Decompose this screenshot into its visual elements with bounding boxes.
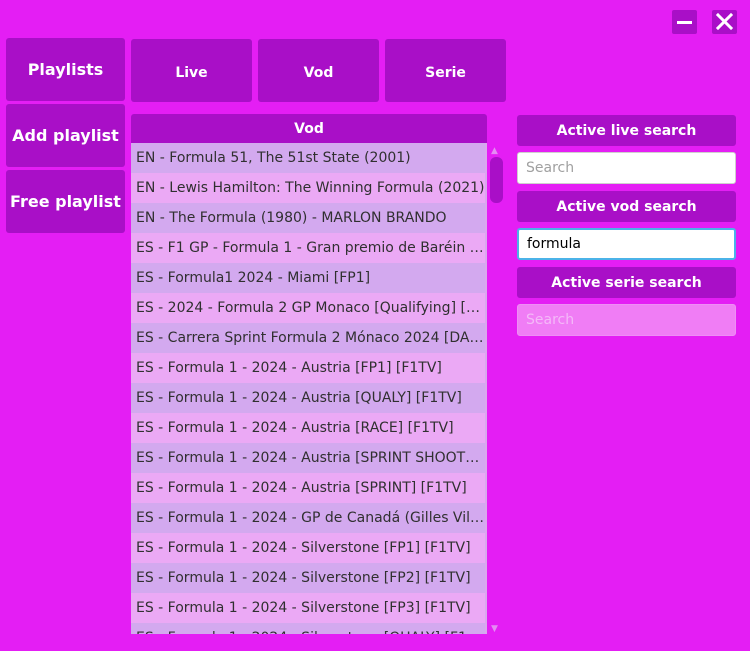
close-icon — [716, 13, 733, 30]
tab-serie[interactable]: Serie — [385, 39, 506, 102]
list-divider — [485, 143, 487, 634]
list-item[interactable]: ES - Formula 1 - 2024 - Silverstone [FP1… — [131, 533, 485, 563]
active-vod-search-button[interactable]: Active vod search — [517, 191, 736, 222]
tab-live[interactable]: Live — [131, 39, 252, 102]
list-item[interactable]: ES - Formula 1 - 2024 - Austria [SPRINT]… — [131, 473, 485, 503]
tab-vod[interactable]: Vod — [258, 39, 379, 102]
tab-serie-label: Serie — [425, 64, 466, 81]
scrollbar-thumb[interactable] — [490, 157, 503, 203]
scroll-up-icon[interactable]: ▲ — [491, 146, 498, 156]
tab-vod-label: Vod — [303, 64, 334, 81]
list-item[interactable]: ES - Formula 1 - 2024 - Austria [FP1] [F… — [131, 353, 485, 383]
tab-live-label: Live — [175, 64, 208, 81]
list-item[interactable]: ES - F1 GP - Formula 1 - Gran premio de … — [131, 233, 485, 263]
vod-list-panel: Vod EN - Formula 51, The 51st State (200… — [131, 114, 487, 634]
add-playlist-button[interactable]: Add playlist — [6, 104, 125, 167]
minimize-button[interactable] — [672, 10, 697, 34]
list-item[interactable]: ES - Formula 1 - 2024 - Silverstone [QUA… — [131, 623, 485, 634]
vod-list-scrollbar[interactable]: ▲ ▼ — [489, 143, 503, 634]
add-playlist-label: Add playlist — [12, 126, 119, 145]
free-playlist-button[interactable]: Free playlist — [6, 170, 125, 233]
free-playlist-label: Free playlist — [10, 192, 121, 211]
active-serie-search-button[interactable]: Active serie search — [517, 267, 736, 298]
vod-list-header: Vod — [131, 114, 487, 143]
playlists-button[interactable]: Playlists — [6, 38, 125, 101]
vod-search-input[interactable] — [517, 228, 736, 260]
list-item[interactable]: ES - Carrera Sprint Formula 2 Mónaco 202… — [131, 323, 485, 353]
list-item[interactable]: EN - Formula 51, The 51st State (2001) — [131, 143, 485, 173]
playlists-label: Playlists — [27, 60, 104, 79]
active-live-search-button[interactable]: Active live search — [517, 115, 736, 146]
live-search-input[interactable] — [517, 152, 736, 184]
list-item[interactable]: ES - Formula1 2024 - Miami [FP1] — [131, 263, 485, 293]
minimize-icon — [677, 21, 692, 24]
close-button[interactable] — [712, 10, 737, 34]
list-item[interactable]: ES - Formula 1 - 2024 - Austria [SPRINT … — [131, 443, 485, 473]
list-item[interactable]: EN - The Formula (1980) - MARLON BRANDO — [131, 203, 485, 233]
list-item[interactable]: ES - Formula 1 - 2024 - Austria [RACE] [… — [131, 413, 485, 443]
vod-list-header-label: Vod — [294, 120, 324, 137]
list-item[interactable]: EN - Lewis Hamilton: The Winning Formula… — [131, 173, 485, 203]
list-item[interactable]: ES - 2024 - Formula 2 GP Monaco [Qualify… — [131, 293, 485, 323]
active-vod-search-label: Active vod search — [556, 198, 697, 215]
list-item[interactable]: ES - Formula 1 - 2024 - Silverstone [FP2… — [131, 563, 485, 593]
serie-search-input[interactable] — [517, 304, 736, 336]
list-item[interactable]: ES - Formula 1 - 2024 - Silverstone [FP3… — [131, 593, 485, 623]
list-item[interactable]: ES - Formula 1 - 2024 - GP de Canadá (Gi… — [131, 503, 485, 533]
active-serie-search-label: Active serie search — [551, 274, 702, 291]
active-live-search-label: Active live search — [556, 122, 697, 139]
list-item[interactable]: ES - Formula 1 - 2024 - Austria [QUALY] … — [131, 383, 485, 413]
vod-list: EN - Formula 51, The 51st State (2001) E… — [131, 143, 485, 634]
scroll-down-icon[interactable]: ▼ — [491, 624, 498, 634]
